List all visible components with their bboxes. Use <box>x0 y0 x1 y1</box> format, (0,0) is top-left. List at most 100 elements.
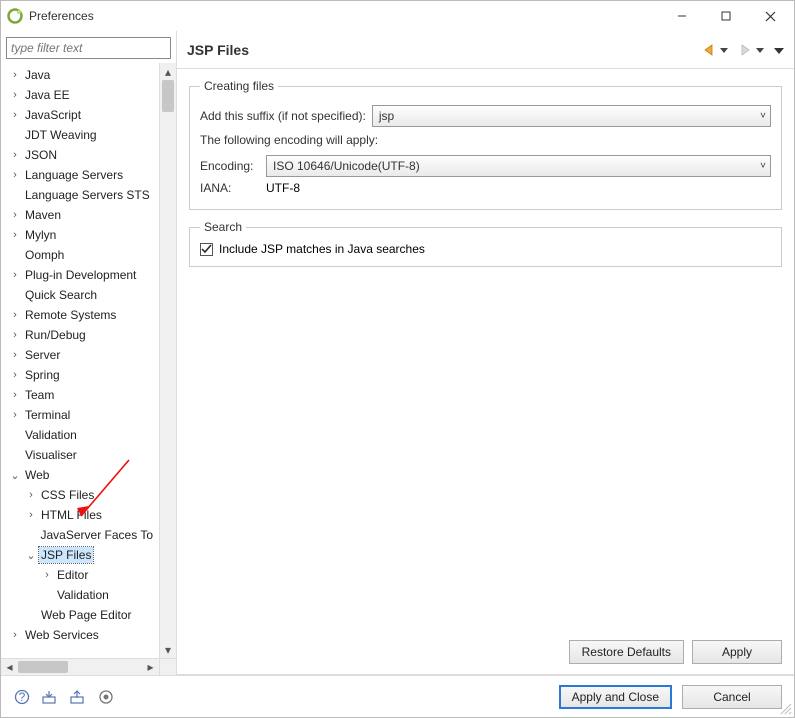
vertical-scrollbar[interactable]: ▴ ▾ <box>159 63 176 658</box>
tree-item[interactable]: Quick Search <box>1 285 159 305</box>
tree-item-label: Web Services <box>23 627 101 643</box>
encoding-select[interactable]: ISO 10646/Unicode(UTF-8) ˅ <box>266 155 771 177</box>
tree-item-label: Java EE <box>23 87 72 103</box>
filter-input[interactable] <box>6 37 171 59</box>
tree-item[interactable]: Validation <box>1 425 159 445</box>
restore-defaults-button[interactable]: Restore Defaults <box>569 640 684 664</box>
expanded-icon[interactable]: ⌄ <box>7 469 23 482</box>
tree-item[interactable]: ›Terminal <box>1 405 159 425</box>
tree-item[interactable]: JDT Weaving <box>1 125 159 145</box>
tree-item[interactable]: ›Editor <box>1 565 159 585</box>
encoding-value: ISO 10646/Unicode(UTF-8) <box>273 159 420 173</box>
tree-item[interactable]: ›JavaScript <box>1 105 159 125</box>
encoding-note: The following encoding will apply: <box>200 133 771 147</box>
collapsed-icon[interactable]: › <box>23 509 39 521</box>
maximize-button[interactable] <box>704 2 748 30</box>
iana-value: UTF-8 <box>266 181 300 195</box>
chevron-down-icon: ˅ <box>760 161 766 172</box>
tree-item[interactable]: ⌄Web <box>1 465 159 485</box>
tree-item-label: JavaScript <box>23 107 83 123</box>
tree-item-label: Maven <box>23 207 63 223</box>
collapsed-icon[interactable]: › <box>7 329 23 341</box>
collapsed-icon[interactable]: › <box>23 489 39 501</box>
tree-item[interactable]: ›Plug-in Development <box>1 265 159 285</box>
cancel-button[interactable]: Cancel <box>682 685 782 709</box>
tree-item[interactable]: ›Language Servers <box>1 165 159 185</box>
help-icon[interactable]: ? <box>13 688 31 706</box>
pref-tree[interactable]: ›Java›Java EE›JavaScriptJDT Weaving›JSON… <box>1 63 159 645</box>
collapsed-icon[interactable]: › <box>7 389 23 401</box>
creating-files-group: Creating files Add this suffix (if not s… <box>189 79 782 210</box>
collapsed-icon[interactable]: › <box>7 89 23 101</box>
suffix-select[interactable]: jsp ˅ <box>372 105 771 127</box>
export-prefs-icon[interactable] <box>69 688 87 706</box>
tree-item[interactable]: JavaServer Faces To <box>1 525 159 545</box>
app-icon <box>7 8 23 24</box>
tree-item[interactable]: ⌄JSP Files <box>1 545 159 565</box>
minimize-button[interactable] <box>660 2 704 30</box>
tree-item[interactable]: Web Page Editor <box>1 605 159 625</box>
resize-grip[interactable] <box>778 701 792 715</box>
tree-item-label: Mylyn <box>23 227 58 243</box>
tree-item[interactable]: Oomph <box>1 245 159 265</box>
tree-item[interactable]: ›Run/Debug <box>1 325 159 345</box>
tree-item[interactable]: ›Web Services <box>1 625 159 645</box>
tree-item[interactable]: ›Maven <box>1 205 159 225</box>
scroll-corner <box>159 658 176 675</box>
search-group: Search Include JSP matches in Java searc… <box>189 220 782 267</box>
sidebar: ›Java›Java EE›JavaScriptJDT Weaving›JSON… <box>1 31 176 675</box>
import-prefs-icon[interactable] <box>41 688 59 706</box>
collapsed-icon[interactable]: › <box>7 269 23 281</box>
tree-item[interactable]: ›Server <box>1 345 159 365</box>
tree-item[interactable]: ›JSON <box>1 145 159 165</box>
collapsed-icon[interactable]: › <box>7 229 23 241</box>
collapsed-icon[interactable]: › <box>7 149 23 161</box>
tree-item[interactable]: ›Remote Systems <box>1 305 159 325</box>
tree-item-label: JSON <box>23 147 59 163</box>
tree-item-label: Web Page Editor <box>39 607 134 623</box>
tree-item[interactable]: Language Servers STS <box>1 185 159 205</box>
tree-item-label: CSS Files <box>39 487 96 503</box>
tree-item[interactable]: ›Java <box>1 65 159 85</box>
tree-item[interactable]: ›Mylyn <box>1 225 159 245</box>
encoding-label: Encoding: <box>200 159 260 173</box>
tree-item-label: Validation <box>23 427 79 443</box>
svg-text:?: ? <box>19 690 26 704</box>
filter-box <box>6 37 171 59</box>
collapsed-icon[interactable]: › <box>7 349 23 361</box>
back-menu-button[interactable] <box>720 43 728 57</box>
tree-item[interactable]: Visualiser <box>1 445 159 465</box>
collapsed-icon[interactable]: › <box>7 69 23 81</box>
tree-item[interactable]: ›Team <box>1 385 159 405</box>
tree-item[interactable]: ›Java EE <box>1 85 159 105</box>
expanded-icon[interactable]: ⌄ <box>23 549 39 562</box>
tree-item[interactable]: ›CSS Files <box>1 485 159 505</box>
tree-item-label: JSP Files <box>39 547 93 563</box>
tree-item-label: Spring <box>23 367 62 383</box>
back-button[interactable] <box>702 43 718 57</box>
tree-item[interactable]: ›Spring <box>1 365 159 385</box>
forward-button[interactable] <box>738 43 754 57</box>
chevron-down-icon: ˅ <box>760 111 766 122</box>
collapsed-icon[interactable]: › <box>7 409 23 421</box>
view-menu-button[interactable] <box>774 43 784 57</box>
horizontal-scrollbar[interactable]: ◂ ▸ <box>1 658 159 675</box>
tree-item-label: Validation <box>55 587 111 603</box>
collapsed-icon[interactable]: › <box>7 629 23 641</box>
collapsed-icon[interactable]: › <box>7 109 23 121</box>
tree-item-label: Plug-in Development <box>23 267 138 283</box>
apply-and-close-button[interactable]: Apply and Close <box>559 685 672 709</box>
collapsed-icon[interactable]: › <box>7 369 23 381</box>
tree-item[interactable]: ›HTML Files <box>1 505 159 525</box>
apply-button[interactable]: Apply <box>692 640 782 664</box>
record-icon[interactable] <box>97 688 115 706</box>
window-title: Preferences <box>29 9 660 23</box>
collapsed-icon[interactable]: › <box>39 569 55 581</box>
tree-item[interactable]: Validation <box>1 585 159 605</box>
forward-menu-button[interactable] <box>756 43 764 57</box>
include-jsp-checkbox[interactable] <box>200 243 213 256</box>
collapsed-icon[interactable]: › <box>7 309 23 321</box>
collapsed-icon[interactable]: › <box>7 169 23 181</box>
collapsed-icon[interactable]: › <box>7 209 23 221</box>
close-button[interactable] <box>748 2 792 30</box>
